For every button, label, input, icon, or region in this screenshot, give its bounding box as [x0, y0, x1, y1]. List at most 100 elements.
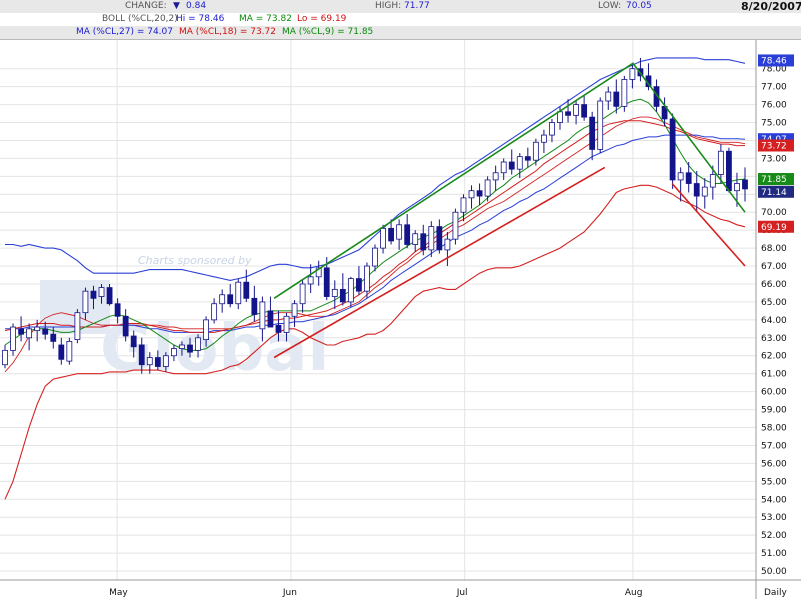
trendline: [273, 62, 746, 299]
x-tick-label: Jun: [282, 588, 297, 598]
high-value: 71.77: [404, 1, 430, 11]
y-tick-label: 50.00: [761, 567, 787, 577]
candle-up: [2, 349, 8, 366]
candle-up: [211, 303, 218, 321]
candle-up: [291, 303, 298, 317]
y-tick-label: 59.00: [761, 406, 787, 416]
candle-up: [717, 150, 724, 175]
y-tick-label: 55.00: [761, 477, 787, 487]
candle-down: [524, 156, 531, 161]
candle-up: [219, 294, 226, 305]
y-tick-label: 68.00: [761, 244, 787, 254]
candle-up: [701, 186, 708, 197]
candle-down: [50, 333, 57, 342]
change-label: CHANGE:: [125, 1, 167, 11]
y-tick-label: 75.00: [761, 119, 787, 129]
candle-up: [82, 290, 89, 314]
candle-down: [508, 161, 515, 170]
series-ma-18: [4, 120, 746, 333]
candle-down: [726, 150, 732, 192]
candle-up: [492, 172, 499, 181]
candle-up: [549, 122, 555, 136]
candle-up: [74, 312, 81, 341]
price-chart: Charts sponsored by Global 50.0051.0052.…: [0, 40, 801, 599]
axis-badge-label: 71.14: [761, 188, 787, 198]
candle-down: [122, 315, 129, 337]
candle-down: [323, 267, 330, 297]
candle-down: [339, 288, 346, 303]
low-value: 70.05: [626, 1, 652, 11]
candle-up: [532, 141, 539, 161]
candle-down: [130, 335, 137, 348]
candle-down: [18, 328, 24, 335]
ma27-value: MA (%CL,27) = 74.07: [76, 27, 173, 37]
y-tick-label: 51.00: [761, 549, 787, 559]
axis-badge-label: 78.46: [761, 56, 787, 66]
candle-down: [436, 226, 443, 251]
candle-up: [283, 315, 290, 333]
candle-up: [452, 211, 459, 240]
candle-up: [734, 183, 740, 192]
candle-down: [420, 233, 427, 251]
bollinger-legend: BOLL (%CL,20,2) Hi = 78.46 MA = 73.82 Lo…: [0, 13, 801, 26]
candle-down: [90, 290, 97, 299]
y-tick-label: 65.00: [761, 298, 787, 308]
sponsor-text: Charts sponsored by: [138, 254, 252, 267]
candle-up: [605, 91, 612, 102]
series-ma-27: [5, 134, 746, 333]
y-tick-label: 66.00: [761, 280, 787, 290]
candle-down: [154, 357, 161, 367]
candle-down: [42, 328, 49, 335]
candle-up: [98, 287, 105, 297]
ma18-value: MA (%CL,18) = 73.72: [179, 27, 276, 37]
candle-down: [267, 310, 274, 328]
candle-down: [187, 344, 193, 353]
candle-down: [565, 111, 571, 116]
candle-down: [106, 287, 113, 305]
candle-up: [468, 190, 475, 199]
candle-up: [364, 265, 370, 292]
y-tick-label: 58.00: [761, 424, 787, 434]
y-tick-label: 73.00: [761, 154, 787, 164]
candle-down: [693, 183, 700, 197]
candle-up: [66, 340, 73, 362]
candle-down: [275, 324, 282, 333]
candle-up: [235, 281, 242, 305]
summary-bar: CHANGE: ▼ 0.84 HIGH: 71.77 LOW: 70.05 8/…: [0, 0, 801, 13]
candle-down: [404, 224, 411, 245]
candle-up: [621, 79, 628, 107]
y-tick-label: 63.00: [761, 334, 787, 344]
candle-up: [444, 238, 451, 251]
y-tick-label: 57.00: [761, 441, 787, 451]
trendlines: [273, 62, 746, 359]
moving-average-legend: MA (%CL,27) = 74.07 MA (%CL,18) = 73.72 …: [0, 26, 801, 40]
candle-up: [34, 326, 41, 332]
ma9-value: MA (%CL,9) = 71.85: [282, 27, 374, 37]
x-tick-label: Daily: [764, 588, 787, 598]
candle-up: [162, 355, 169, 367]
y-tick-label: 52.00: [761, 531, 787, 541]
axis-badges: 78.4674.0773.7271.8571.1469.19: [758, 54, 794, 233]
y-tick-label: 70.00: [761, 208, 787, 218]
candle-down: [685, 172, 692, 184]
candle-up: [484, 179, 491, 197]
y-tick-label: 61.00: [761, 370, 787, 380]
candle-up: [677, 172, 684, 181]
candle-down: [669, 118, 676, 181]
candle-up: [541, 134, 547, 143]
candle-down: [243, 281, 250, 299]
axis-badge-label: 69.19: [761, 223, 787, 233]
candle-up: [428, 226, 435, 251]
candle-down: [58, 344, 65, 360]
y-tick-label: 56.00: [761, 459, 787, 469]
candle-up: [146, 357, 153, 366]
change-value: 0.84: [186, 1, 207, 11]
boll-hi-value: Hi = 78.46: [176, 14, 225, 24]
candle-down: [251, 297, 258, 315]
candle-up: [597, 100, 604, 150]
candle-down: [114, 303, 121, 317]
y-tick-label: 76.00: [761, 101, 787, 111]
candle-up: [259, 301, 266, 330]
candle-up: [412, 233, 419, 245]
boll-lo-value: Lo = 69.19: [297, 14, 347, 24]
